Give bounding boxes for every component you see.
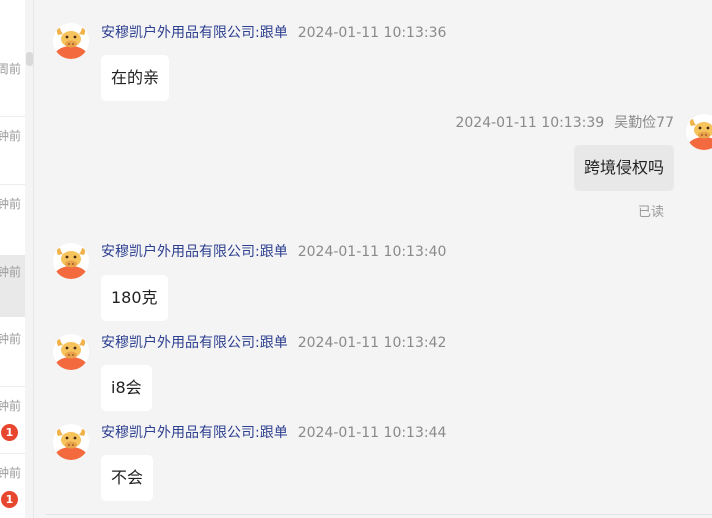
conversation-item-active[interactable]: 钟前 [0,255,25,317]
unread-badge: 1 [1,424,18,441]
conversation-item[interactable]: 钟前 [0,320,25,386]
sender-name[interactable]: 安穆凯户外用品有限公司:跟单 [101,25,288,41]
conversation-time: 钟前 [0,466,21,480]
conversation-item[interactable]: 钟前 [0,185,25,251]
conversation-time: 周前 [0,62,21,76]
conversation-time: 钟前 [0,399,21,413]
scrollbar-thumb[interactable] [26,52,33,66]
cartoon-bull-avatar-icon[interactable] [53,334,89,370]
sender-name[interactable]: 吴勤俭77 [614,115,674,131]
message-time: 2024-01-11 10:13:42 [297,335,447,351]
conversation-time: 钟前 [0,332,21,346]
scrollbar-track[interactable] [25,0,33,518]
pane-divider [33,0,34,518]
conversation-item[interactable]: 钟前 1 [0,454,25,518]
message-header: 2024-01-11 10:13:39 吴勤俭77 [455,114,674,132]
message-bubble[interactable]: 在的亲 [101,55,170,101]
cartoon-bull-avatar-icon[interactable] [53,424,89,460]
sender-name[interactable]: 安穆凯户外用品有限公司:跟单 [101,425,288,441]
message-bubble[interactable]: 跨境侵权吗 [573,145,674,191]
message-time: 2024-01-11 10:13:44 [297,425,447,441]
sender-name[interactable]: 安穆凯户外用品有限公司:跟单 [101,335,288,351]
conversation-time: 钟前 [0,197,21,211]
message-bubble[interactable]: 不会 [101,455,154,501]
conversation-item[interactable]: 周前 [0,50,25,116]
message-header: 安穆凯户外用品有限公司:跟单 2024-01-11 10:13:44 [101,424,446,442]
cartoon-bull-avatar-icon[interactable] [53,23,89,59]
divider [46,514,712,515]
message-time: 2024-01-11 10:13:36 [297,25,447,41]
cartoon-bull-avatar-icon[interactable] [686,114,712,150]
read-status: 已读 [637,205,664,220]
sender-name[interactable]: 安穆凯户外用品有限公司:跟单 [101,244,288,260]
cartoon-bull-avatar-icon[interactable] [53,243,89,279]
message-header: 安穆凯户外用品有限公司:跟单 2024-01-11 10:13:42 [101,334,446,352]
conversation-item[interactable]: 钟前 1 [0,387,25,453]
message-time: 2024-01-11 10:13:40 [297,244,447,260]
conversation-time: 钟前 [0,129,21,143]
conversation-item[interactable]: 钟前 [0,117,25,183]
conversation-time: 钟前 [0,265,21,279]
message-header: 安穆凯户外用品有限公司:跟单 2024-01-11 10:13:40 [101,243,446,261]
message-header: 安穆凯户外用品有限公司:跟单 2024-01-11 10:13:36 [101,24,446,42]
message-bubble[interactable]: 180克 [101,275,168,321]
conversation-list: 周前 钟前 钟前 钟前 钟前 钟前 1 钟前 1 [0,0,25,518]
unread-badge: 1 [1,491,18,508]
message-time: 2024-01-11 10:13:39 [455,115,605,131]
message-bubble[interactable]: i8会 [101,365,152,411]
